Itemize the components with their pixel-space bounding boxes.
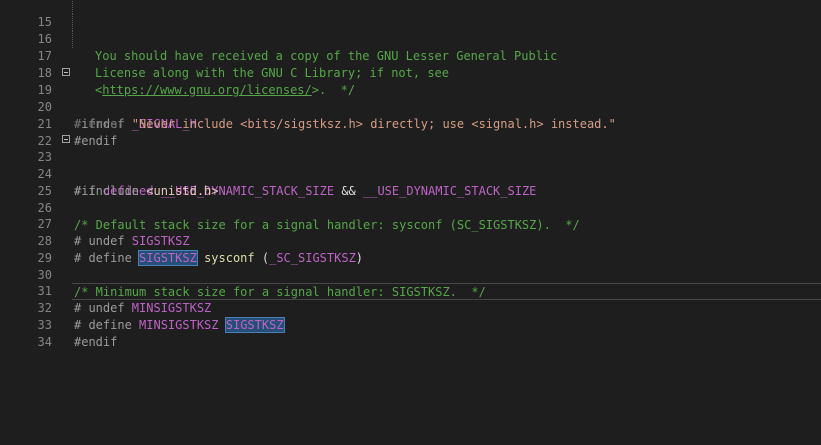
line-content: #endif: [74, 334, 117, 351]
line-number: 34: [37, 335, 52, 349]
code-line[interactable]: 25: [0, 166, 821, 198]
indent-guide: [72, 31, 73, 48]
code-line[interactable]: 21 #endif: [0, 99, 821, 148]
collapse-icon[interactable]: [62, 135, 70, 143]
code-line[interactable]: 34: [0, 317, 821, 349]
collapse-icon[interactable]: [62, 68, 70, 76]
code-line[interactable]: 28 # define SIGSTKSZ sysconf (_SC_SIGSTK…: [0, 216, 821, 266]
code-line[interactable]: 19 #ifndef _SIGNAL_H: [0, 65, 821, 131]
code-line[interactable]: 33 #endif: [0, 300, 821, 349]
code-line[interactable]: 27 # undef SIGSTKSZ: [0, 199, 821, 248]
code-line[interactable]: 22: [0, 116, 821, 148]
code-line[interactable]: 32 # define MINSIGSTKSZ SIGSTKSZ: [0, 283, 821, 333]
code-line[interactable]: 24 # include <unistd.h>: [0, 149, 821, 198]
code-line[interactable]: 23 #if defined __USE_DYNAMIC_STACK_SIZE …: [0, 132, 821, 198]
code-editor[interactable]: 15 You should have received a copy of th…: [0, 0, 821, 445]
preprocessor-keyword: #endif: [74, 335, 118, 349]
indent-guide: [72, 0, 73, 14]
code-line[interactable]: 31 # undef MINSIGSTKSZ: [0, 266, 821, 315]
code-line[interactable]: 18: [0, 48, 821, 80]
code-line[interactable]: 29: [0, 233, 821, 265]
indent-guide: [72, 14, 73, 31]
code-line[interactable]: 26 /* Default stack size for a signal ha…: [0, 183, 821, 232]
code-line[interactable]: 17 <https://www.gnu.org/licenses/>. */: [0, 31, 821, 97]
code-line[interactable]: 15 You should have received a copy of th…: [0, 0, 821, 63]
code-line[interactable]: 16 License along with the GNU C Library;…: [0, 14, 821, 80]
code-line[interactable]: 20 # error "Never include <bits/sigstksz…: [0, 82, 821, 131]
code-line[interactable]: 30 /* Minimum stack size for a signal ha…: [0, 250, 821, 299]
